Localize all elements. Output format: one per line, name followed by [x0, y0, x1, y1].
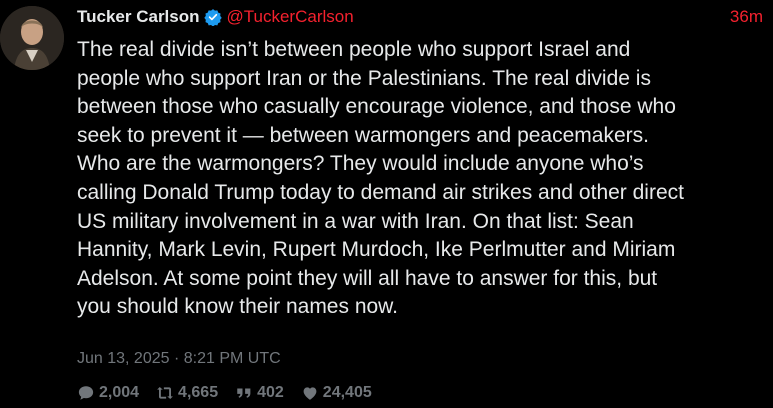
tweet-timestamp[interactable]: Jun 13, 2025 · 8:21 PM UTC [77, 350, 281, 368]
quote-stat[interactable]: 402 [235, 384, 284, 402]
author-handle[interactable]: @TuckerCarlson [227, 7, 354, 27]
comment-icon [77, 384, 95, 402]
like-count: 24,405 [322, 384, 372, 401]
verified-badge-icon [203, 8, 222, 26]
tweet-stats: 2,004 4,665 402 24,405 [77, 384, 389, 402]
tweet-header: Tucker Carlson @TuckerCarlson 36m [77, 5, 763, 29]
reply-count: 2,004 [99, 384, 140, 401]
quote-count: 402 [257, 384, 284, 401]
display-name[interactable]: Tucker Carlson [77, 7, 200, 27]
relative-time[interactable]: 36m [730, 7, 763, 27]
avatar[interactable] [0, 6, 64, 70]
tweet-text: The real divide isn’t between people who… [77, 38, 684, 319]
quote-icon [235, 384, 253, 402]
like-stat[interactable]: 24,405 [301, 384, 372, 402]
reply-stat[interactable]: 2,004 [77, 384, 139, 402]
retweet-stat[interactable]: 4,665 [156, 384, 218, 402]
retweet-icon [156, 384, 174, 402]
retweet-count: 4,665 [178, 384, 219, 401]
avatar-image [0, 6, 64, 70]
tweet-card: Tucker Carlson @TuckerCarlson 36m The re… [0, 0, 773, 408]
heart-icon [301, 384, 319, 402]
